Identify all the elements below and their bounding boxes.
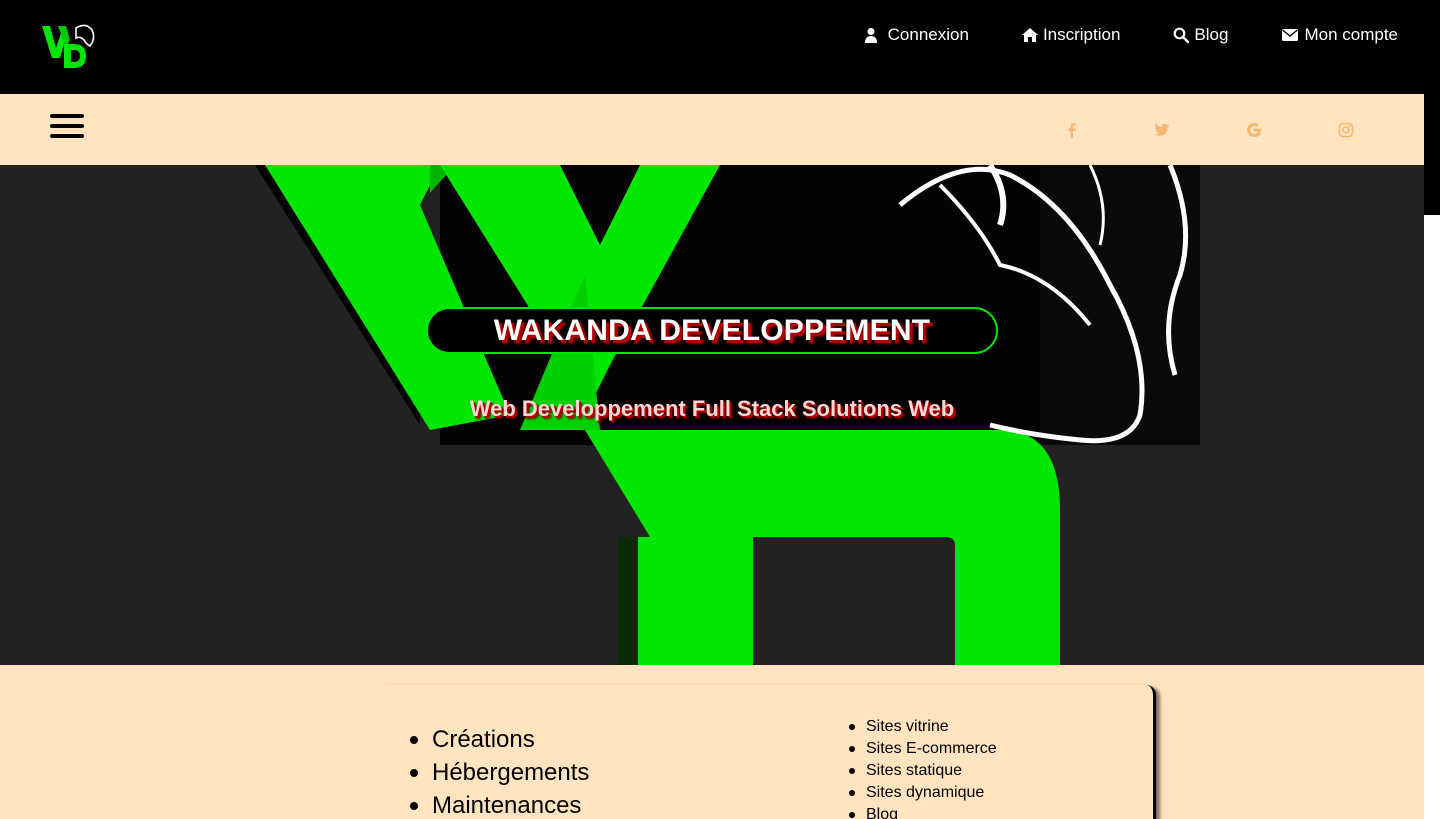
- top-navbar: Connexion Inscription Blog Mon compte: [0, 0, 1440, 94]
- hero-title: WAKANDA DEVELOPPEMENT: [493, 313, 931, 347]
- hero-banner: WAKANDA DEVELOPPEMENT Web Developpement …: [0, 165, 1424, 665]
- hamburger-icon[interactable]: [50, 114, 84, 140]
- services-section: [0, 665, 1424, 819]
- wd-logo[interactable]: [40, 20, 96, 72]
- hero-subtitle: Web Developpement Full Stack Solutions W…: [469, 396, 955, 421]
- list-item: Sites E-commerce: [849, 738, 997, 760]
- inscription-link[interactable]: Inscription: [969, 24, 1120, 46]
- mon-compte-label: Mon compte: [1304, 25, 1398, 44]
- services-sub-list: Sites vitrine Sites E-commerce Sites sta…: [849, 716, 997, 819]
- twitter-icon[interactable]: [1154, 122, 1170, 138]
- connexion-label: Connexion: [887, 25, 969, 44]
- search-icon: [1174, 27, 1190, 43]
- top-nav-links: Connexion Inscription Blog Mon compte: [810, 24, 1398, 46]
- list-item: Sites vitrine: [849, 716, 997, 738]
- user-icon: [864, 28, 877, 43]
- envelope-icon: [1282, 29, 1299, 41]
- mon-compte-link[interactable]: Mon compte: [1228, 24, 1398, 46]
- list-item: Blog: [849, 804, 997, 819]
- blog-label: Blog: [1194, 25, 1229, 44]
- right-edge-strip: [1424, 94, 1440, 215]
- instagram-icon[interactable]: [1338, 122, 1354, 138]
- home-icon: [1021, 28, 1038, 42]
- blog-link[interactable]: Blog: [1120, 24, 1228, 46]
- services-main-list: Créations Hébergements Maintenances: [409, 723, 589, 819]
- list-item: Hébergements: [409, 756, 589, 789]
- facebook-icon[interactable]: [1064, 122, 1080, 138]
- hero-title-pill: WAKANDA DEVELOPPEMENT: [426, 307, 998, 354]
- google-icon[interactable]: [1246, 122, 1262, 138]
- connexion-link[interactable]: Connexion: [810, 24, 969, 46]
- list-item: Sites dynamique: [849, 782, 997, 804]
- list-item: Maintenances: [409, 789, 589, 819]
- inscription-label: Inscription: [1042, 25, 1121, 44]
- list-item: Créations: [409, 723, 589, 756]
- list-item: Sites statique: [849, 760, 997, 782]
- secondary-bar: [0, 94, 1424, 165]
